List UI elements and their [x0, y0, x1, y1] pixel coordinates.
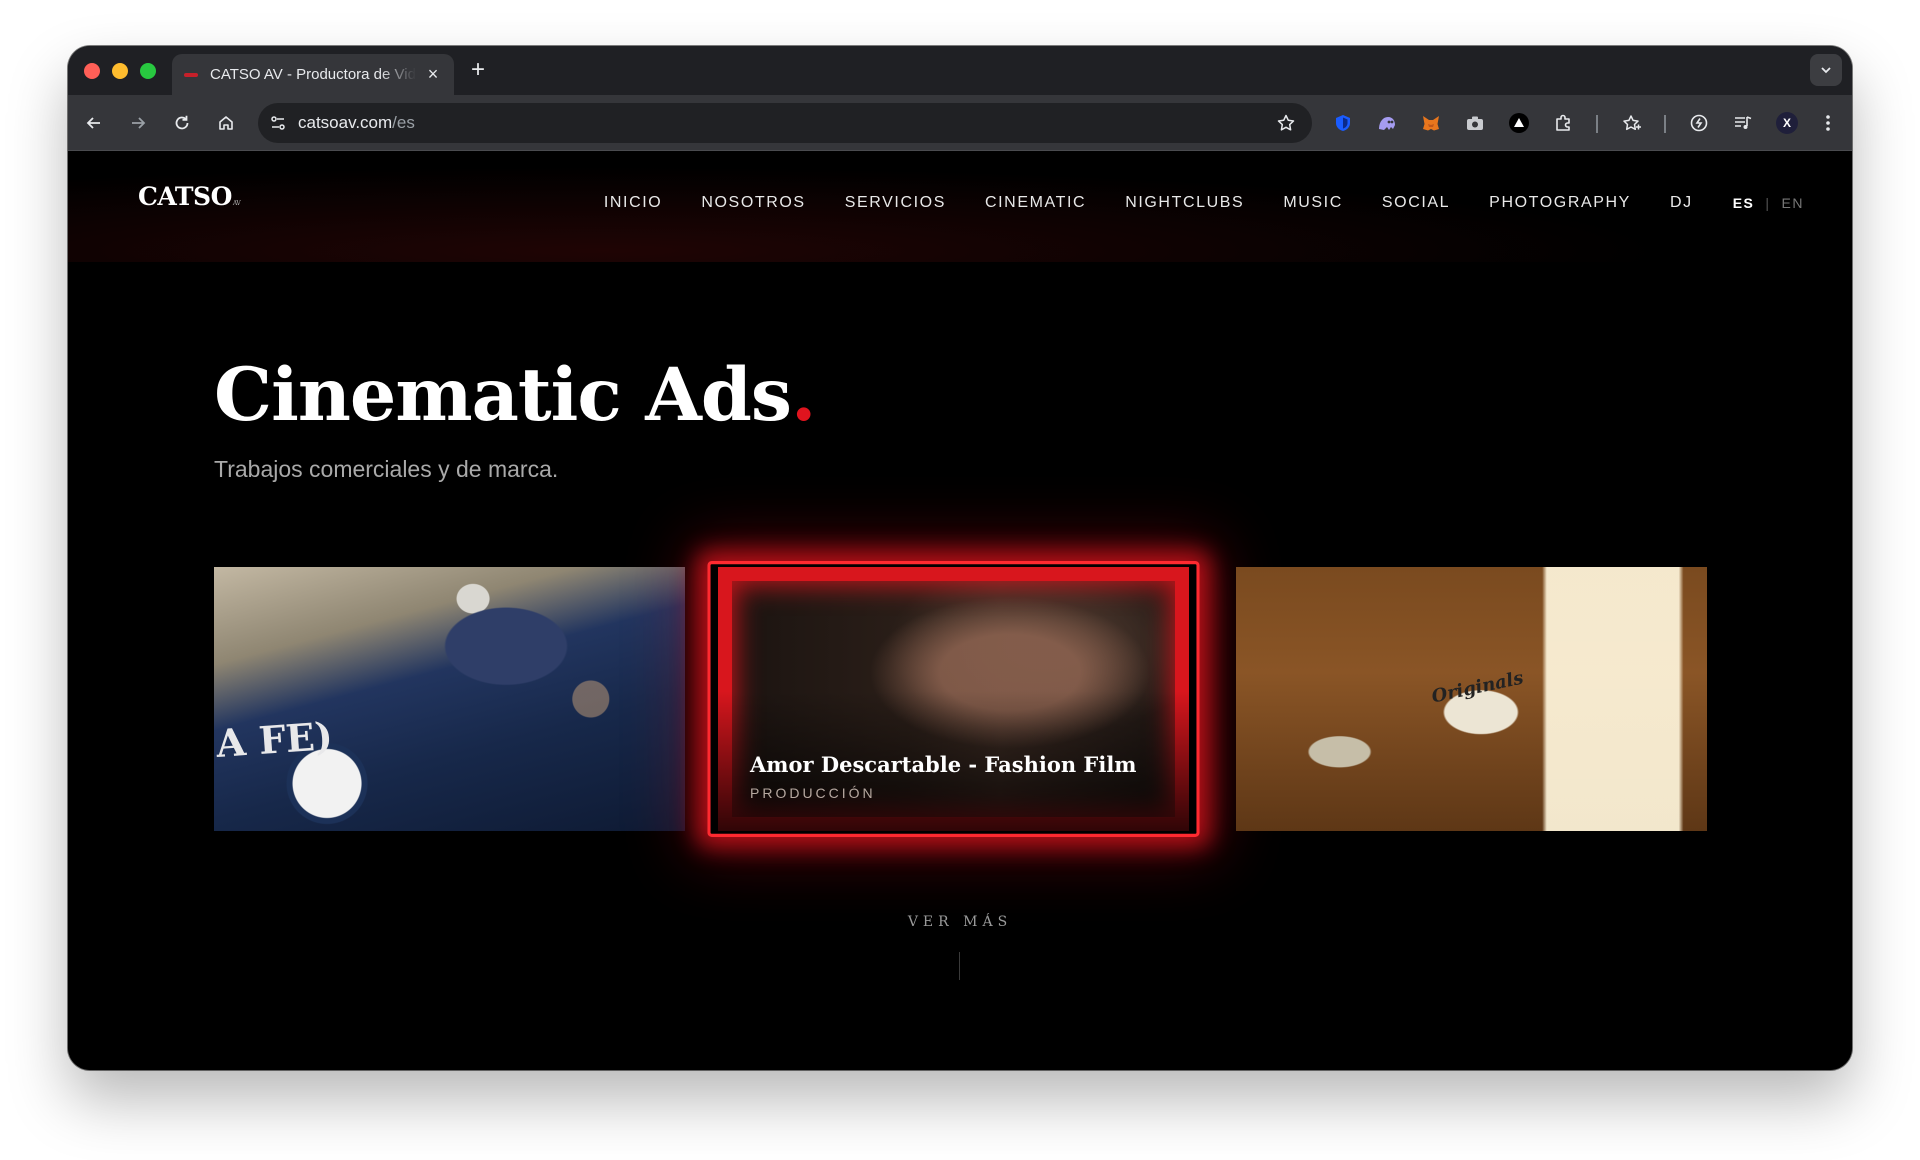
back-button[interactable]: [80, 109, 108, 137]
metamask-fox-icon[interactable]: [1417, 109, 1445, 137]
car-decal-text: A FE): [214, 712, 335, 767]
chevron-down-icon: [1821, 67, 1831, 74]
kebab-menu-icon: [1826, 115, 1830, 131]
site-logo[interactable]: CATSOAV: [138, 182, 241, 211]
tab-search-button[interactable]: [1810, 54, 1842, 86]
nav-photography[interactable]: PHOTOGRAPHY: [1489, 194, 1631, 212]
see-more-link[interactable]: VER MÁS: [68, 914, 1852, 930]
profile-avatar-icon[interactable]: X: [1773, 109, 1801, 137]
window-controls: [84, 63, 156, 79]
hero-subtitle: Trabajos comerciales y de marca.: [214, 456, 559, 482]
bookmarks-star-icon[interactable]: [1618, 109, 1646, 137]
site-info-tune-icon[interactable]: [264, 109, 292, 137]
nav-social[interactable]: SOCIAL: [1382, 194, 1450, 212]
card-category: PRODUCCIÓN: [750, 785, 876, 801]
browser-toolbar: catsoav.com/es X: [68, 95, 1852, 151]
nav-servicios[interactable]: SERVICIOS: [845, 194, 946, 212]
project-card-originals[interactable]: Originals: [1236, 567, 1707, 831]
nav-nosotros[interactable]: NOSOTROS: [701, 194, 805, 212]
browser-tab-active[interactable]: CATSO AV - Productora de Video ×: [172, 54, 454, 95]
lang-separator: |: [1765, 195, 1771, 211]
reload-icon: [175, 115, 189, 130]
nav-music[interactable]: MUSIC: [1283, 194, 1343, 212]
lang-es-link[interactable]: ES: [1733, 195, 1755, 211]
logo-text: CATSO: [138, 182, 232, 211]
web-page: CATSOAV INICIO NOSOTROS SERVICIOS CINEMA…: [68, 152, 1852, 1070]
language-switcher: ES | EN: [1733, 195, 1804, 211]
new-tab-button[interactable]: +: [464, 56, 492, 84]
chrome-menu-button[interactable]: [1814, 109, 1842, 137]
minimize-window-button[interactable]: [112, 63, 128, 79]
close-window-button[interactable]: [84, 63, 100, 79]
main-nav: INICIO NOSOTROS SERVICIOS CINEMATIC NIGH…: [565, 194, 1804, 212]
hero-title: Cinematic Ads.: [214, 352, 816, 438]
address-bar[interactable]: catsoav.com/es: [258, 103, 1312, 143]
url-path: /es: [392, 113, 415, 132]
shirt-print-text: Originals: [1429, 667, 1526, 708]
home-button[interactable]: [212, 109, 240, 137]
bitwarden-shield-icon[interactable]: [1329, 109, 1357, 137]
hero-title-text: Cinematic Ads: [214, 352, 792, 438]
maximize-window-button[interactable]: [140, 63, 156, 79]
proton-triangle-icon[interactable]: [1505, 109, 1533, 137]
url-domain: catsoav.com: [298, 113, 393, 132]
hero-title-dot: .: [791, 352, 816, 438]
bookmark-star-icon[interactable]: [1272, 109, 1300, 137]
puzzle-icon[interactable]: [1549, 109, 1577, 137]
ghost-icon[interactable]: [1373, 109, 1401, 137]
camera-icon[interactable]: [1461, 109, 1489, 137]
arrow-right-icon: [132, 117, 146, 129]
nav-nightclubs[interactable]: NIGHTCLUBS: [1125, 194, 1244, 212]
refresh-circle-icon[interactable]: [1685, 109, 1713, 137]
logo-suffix: AV: [232, 200, 241, 207]
project-card-amor-descartable[interactable]: Amor Descartable - Fashion Film PRODUCCI…: [718, 567, 1189, 831]
reload-button[interactable]: [168, 109, 196, 137]
home-icon: [219, 116, 233, 130]
profile-initial: X: [1782, 116, 1791, 130]
close-tab-icon[interactable]: ×: [424, 64, 442, 85]
nav-inicio[interactable]: INICIO: [604, 194, 663, 212]
browser-window: CATSO AV - Productora de Video × + catso…: [68, 46, 1852, 1070]
url-text: catsoav.com/es: [298, 113, 415, 133]
media-queue-icon[interactable]: [1729, 109, 1757, 137]
project-card-race-car[interactable]: A FE): [214, 567, 685, 831]
toolbar-separator: [1596, 115, 1598, 133]
site-favicon-icon: [184, 72, 198, 77]
scroll-indicator-line: [959, 952, 960, 980]
tab-title: CATSO AV - Productora de Video: [210, 66, 416, 83]
tab-strip: CATSO AV - Productora de Video × +: [68, 46, 1852, 95]
toolbar-separator-2: [1664, 115, 1666, 133]
arrow-left-icon: [86, 117, 100, 129]
card-title: Amor Descartable - Fashion Film: [750, 752, 1137, 777]
nav-cinematic[interactable]: CINEMATIC: [985, 194, 1086, 212]
nav-dj[interactable]: DJ: [1670, 194, 1693, 212]
lang-en-link[interactable]: EN: [1782, 195, 1804, 211]
forward-button[interactable]: [124, 109, 152, 137]
